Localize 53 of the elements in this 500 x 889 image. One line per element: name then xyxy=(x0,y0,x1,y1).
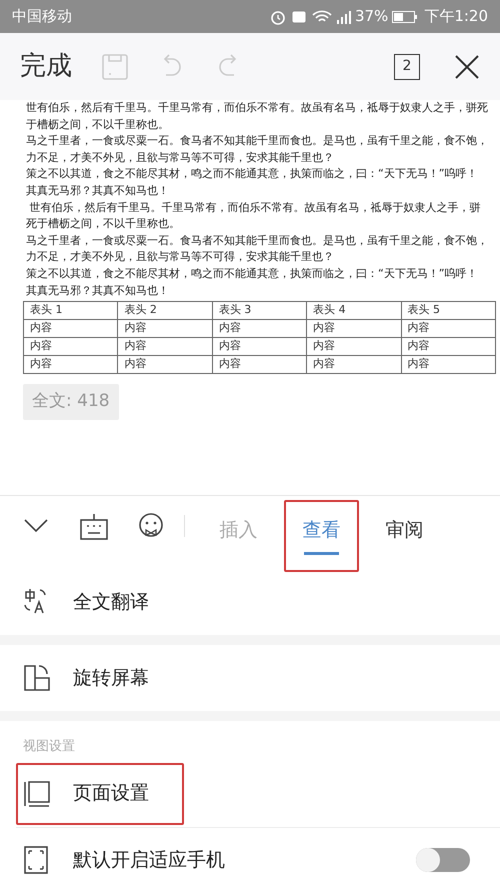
rotate-screen-icon xyxy=(23,664,51,692)
table-header-cell: 表头 2 xyxy=(118,302,212,320)
carrier-name: 中国移动 xyxy=(12,6,72,28)
page-count-button[interactable]: 2 xyxy=(394,54,420,80)
table-header-cell: 表头 5 xyxy=(401,302,496,320)
menu-item[interactable]: 页面设置 xyxy=(16,762,184,824)
table-cell: 内容 xyxy=(306,338,402,356)
table-cell: 内容 xyxy=(24,356,118,374)
section-label: 视图设置 xyxy=(23,738,76,756)
tab-underline xyxy=(304,552,339,555)
document-paragraph: 策之不以其道，食之不能尽其材，鸣之而不能通其意，执策而临之，曰：“天下无马！”呜呼！其真无马邪？其真不知马也！ xyxy=(26,166,479,199)
table-header-cell: 表头 4 xyxy=(306,302,402,320)
document-paragraph: 马之千里者，一食或尽粟一石。食马者不知其能千里而食也。是马也，虽有千里之能，食不饱，力不足，才美不外见，且欲与常马等不可得，安求其能千里也？ xyxy=(26,133,488,166)
document-paragraph: 世有伯乐，然后有千里马。千里马常有，而伯乐不常有。故虽有名马，祗辱于奴隶人之手，骈死于槽枥之间，不以千里称也。 xyxy=(26,200,482,232)
alarm-clock-icon xyxy=(270,8,286,24)
document-paragraph: 马之千里者，一食或尽粟一石。食马者不知其能千里而食也。是马也，虽有千里之能，食不饱，力不足，才美不外见，且欲与常马等不可得，安求其能千里也？ xyxy=(26,232,488,266)
table-cell: 内容 xyxy=(118,356,212,374)
table-cell: 内容 xyxy=(24,320,118,338)
battery-icon xyxy=(392,10,418,22)
close-icon[interactable] xyxy=(454,54,480,80)
table-cell: 内容 xyxy=(401,320,496,338)
page-icon xyxy=(23,780,51,808)
table-cell: 内容 xyxy=(401,356,496,374)
table-cell: 内容 xyxy=(401,338,496,356)
toolbar-tab[interactable]: 查看 xyxy=(284,500,359,572)
table-cell: 内容 xyxy=(212,320,307,338)
table-cell: 内容 xyxy=(306,356,402,374)
document-paragraph: 世有伯乐，然后有千里马。千里马常有，而伯乐不常有。故虽有名马，祗辱于奴隶人之手，骈死于槽枥之间，不以千里称也。 xyxy=(26,100,488,133)
table-cell: 内容 xyxy=(212,356,307,374)
signal-icon xyxy=(336,10,352,24)
keyboard-icon[interactable] xyxy=(80,512,108,540)
table-cell: 内容 xyxy=(212,338,307,356)
word-count-badge: 全文: 418 xyxy=(23,384,119,420)
table-cell: 内容 xyxy=(306,320,402,338)
table-header-cell: 表头 1 xyxy=(24,302,118,320)
toggle-knob xyxy=(416,848,440,872)
table-header-cell: 表头 3 xyxy=(212,302,307,320)
table-cell: 内容 xyxy=(118,338,212,356)
smiley-bowtie-icon[interactable] xyxy=(138,512,164,538)
battery-percent: 37% xyxy=(354,6,388,28)
clock-time: 下午1:20 xyxy=(424,6,488,28)
menu-item-label: 默认开启适应手机 xyxy=(73,848,225,873)
done-button[interactable]: 完成 xyxy=(20,47,72,86)
toggle-switch[interactable] xyxy=(416,848,470,872)
hd-icon xyxy=(292,10,306,22)
menu-item[interactable]: 旋转屏幕 xyxy=(0,647,500,709)
frame-corners-icon xyxy=(23,846,51,874)
table-cell: 内容 xyxy=(118,320,212,338)
table-cell: 内容 xyxy=(24,338,118,356)
wifi-icon xyxy=(312,10,332,24)
chevron-down-icon[interactable] xyxy=(24,518,48,532)
document-paragraph: 策之不以其道，食之不能尽其材，鸣之而不能通其意，执策而临之，曰：“天下无马！”呜呼！其真无马邪？其真不知马也！ xyxy=(26,266,479,299)
menu-item[interactable]: 全文翻译 xyxy=(0,571,500,633)
